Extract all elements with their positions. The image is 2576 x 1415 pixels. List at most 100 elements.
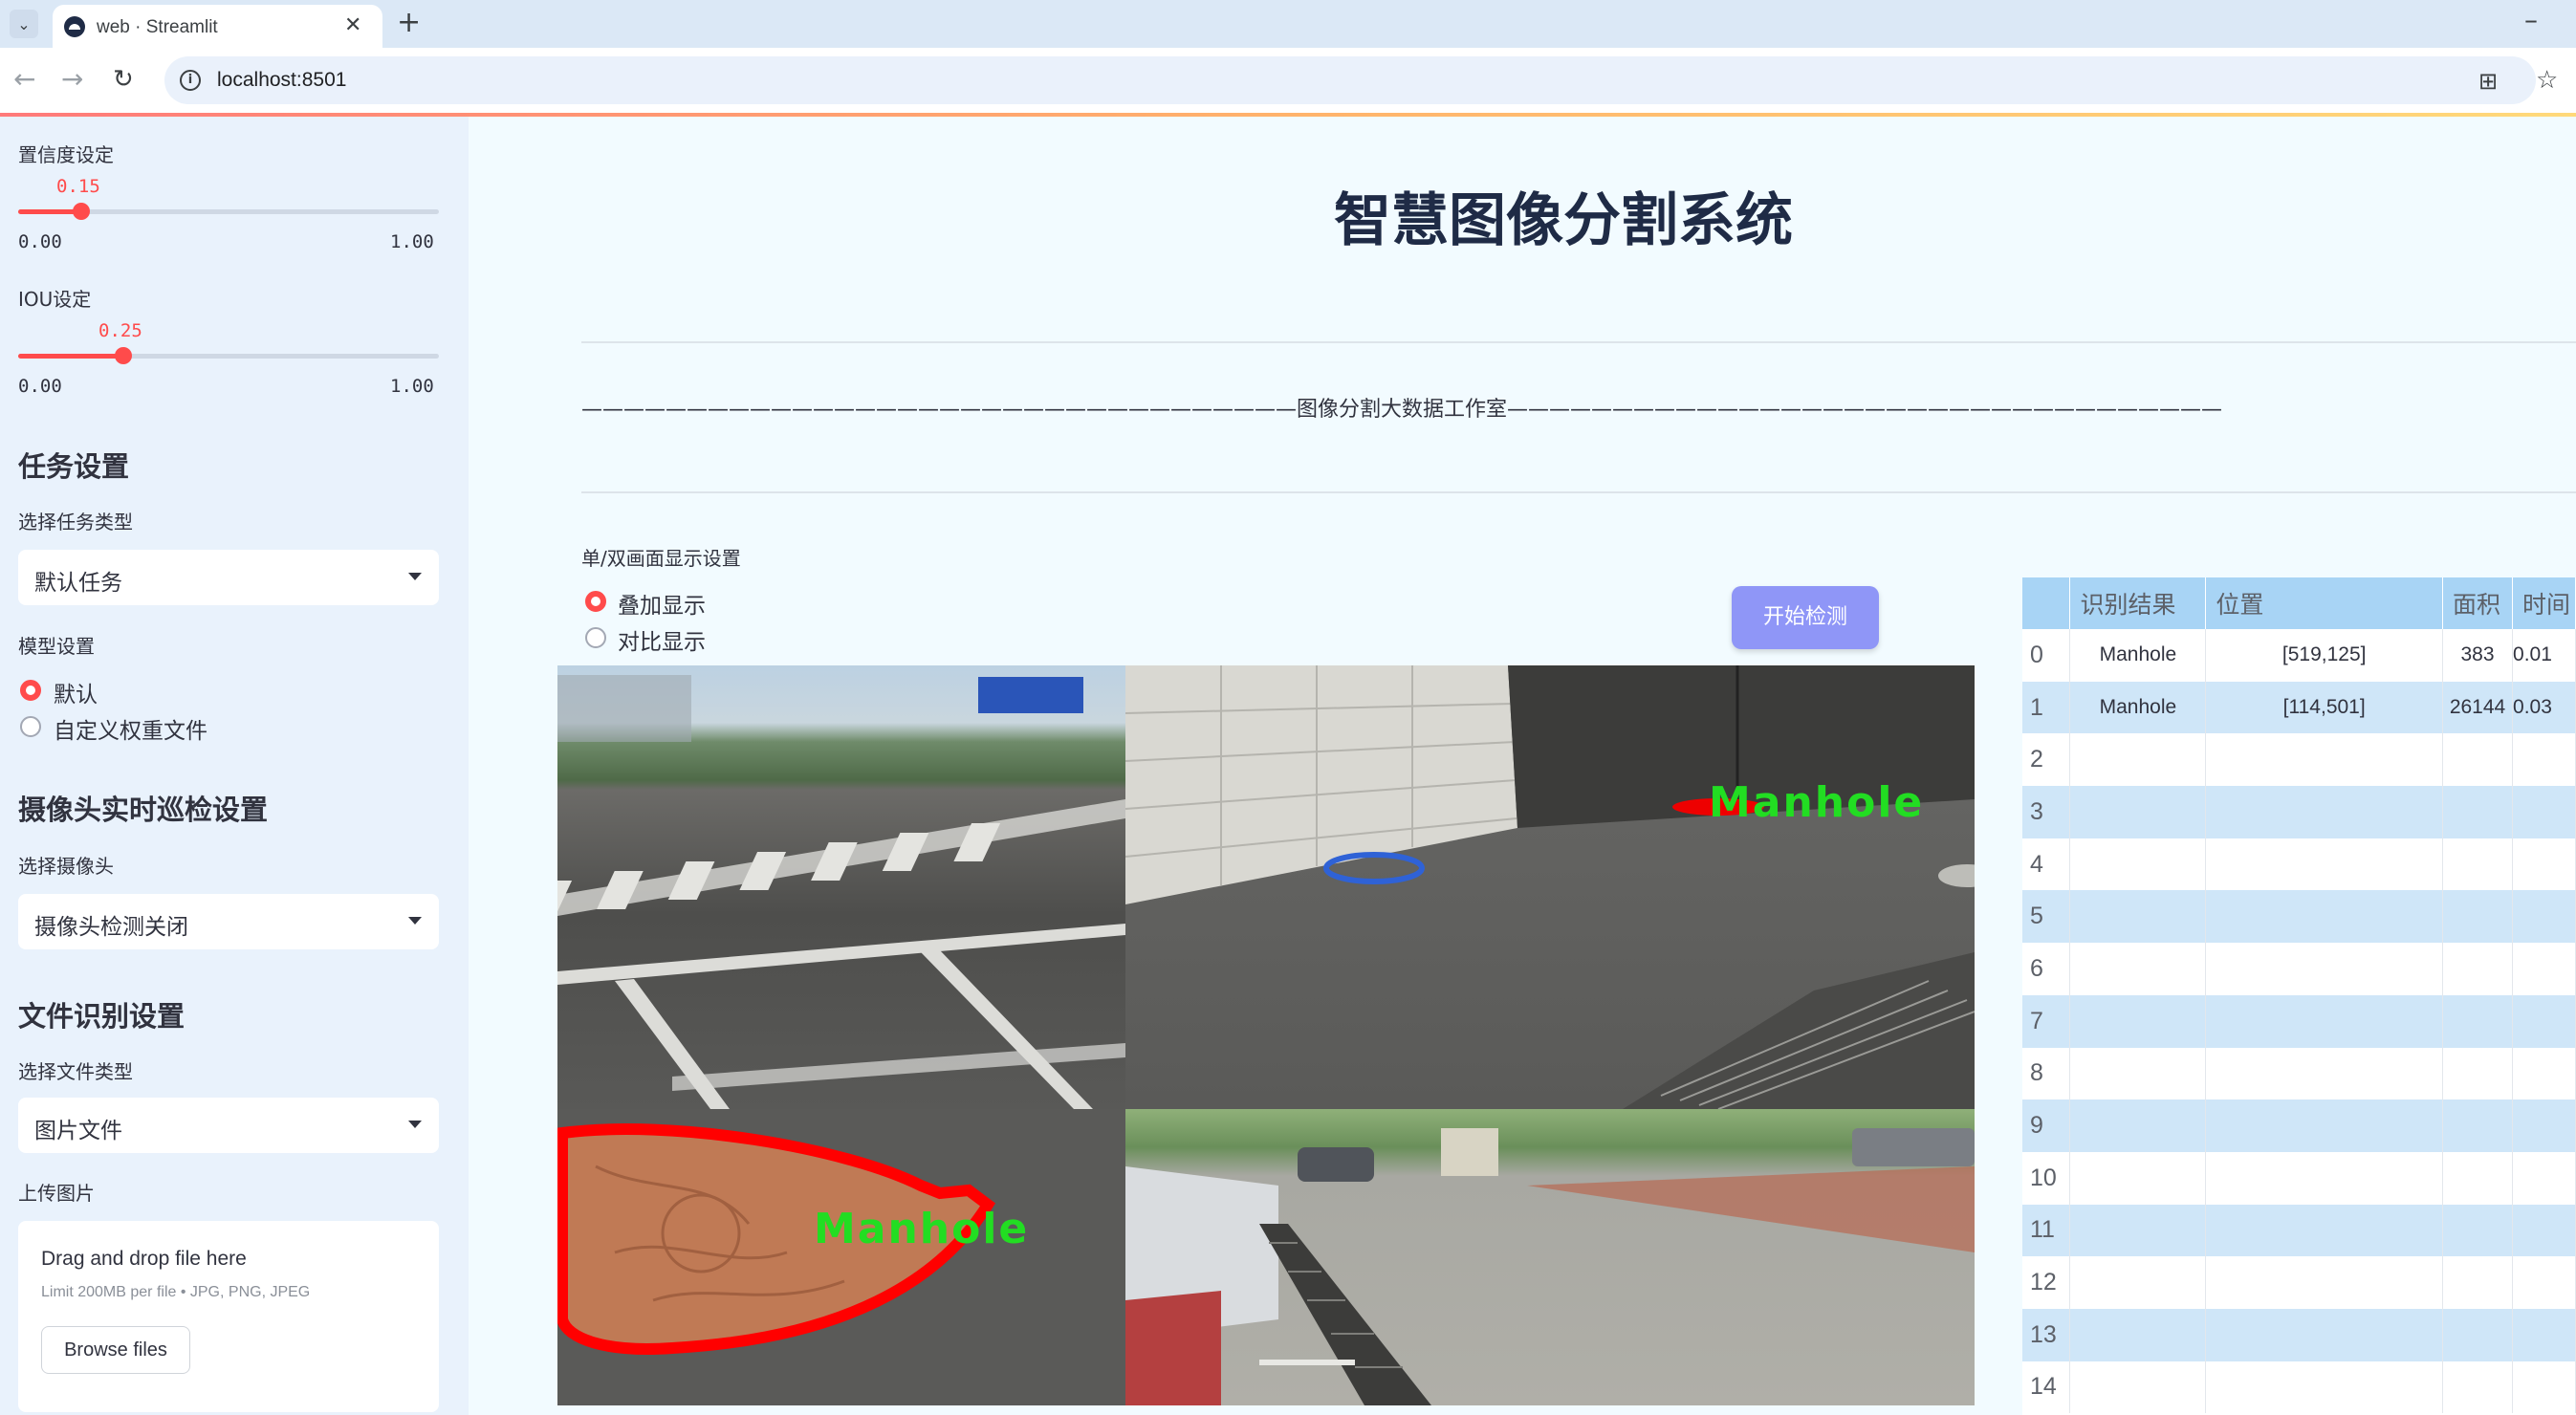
task-type-label: 选择任务类型 — [18, 511, 133, 533]
url-text[interactable]: localhost:8501 — [217, 69, 346, 92]
camera-value: 摄像头检测关闭 — [34, 915, 188, 940]
row-index: 0 — [2022, 629, 2071, 682]
mask-label-manhole: Manhole — [1709, 778, 1925, 827]
cell-time — [2512, 1256, 2576, 1309]
browser-tab[interactable]: web · Streamlit ✕ — [53, 5, 382, 48]
cell-area: 383 — [2442, 629, 2514, 682]
new-tab-plus-icon[interactable]: + — [397, 6, 421, 39]
cell-area — [2442, 890, 2514, 944]
row-index: 3 — [2022, 786, 2071, 838]
camera-settings-heading: 摄像头实时巡检设置 — [18, 794, 269, 826]
divider-line — [581, 491, 2576, 493]
cell-result — [2069, 943, 2207, 995]
camera-select[interactable]: 摄像头检测关闭 — [18, 894, 439, 949]
display-mode-label: 单/双画面显示设置 — [581, 547, 741, 570]
iou-label: IOU设定 — [18, 288, 92, 311]
model-option-custom[interactable]: 自定义权重文件 — [54, 712, 207, 745]
cell-area — [2442, 1204, 2514, 1257]
translate-icon[interactable]: ⊞ — [2478, 68, 2498, 95]
address-bar[interactable]: i localhost:8501 ⊞ ☆ — [164, 56, 2558, 104]
cell-result — [2069, 890, 2207, 944]
start-detection-button[interactable]: 开始检测 — [1732, 586, 1879, 649]
cell-time — [2512, 733, 2576, 787]
table-row[interactable]: 8 — [2022, 1047, 2576, 1100]
cell-result — [2069, 1308, 2207, 1361]
table-row[interactable]: 5 — [2022, 890, 2576, 944]
reload-icon[interactable]: ↻ — [113, 65, 134, 94]
table-row[interactable]: 2 — [2022, 733, 2576, 787]
model-radio-default[interactable] — [20, 680, 41, 701]
display-radio-overlay[interactable] — [585, 591, 606, 612]
cell-result — [2069, 1204, 2207, 1257]
table-row[interactable]: 1 Manhole [114,501] 26144 0.03 — [2022, 681, 2576, 734]
results-table[interactable]: 识别结果 位置 面积 时间 0 Manhole [519,125] 383 0.01 1 M… — [2022, 577, 2576, 1415]
cell-result — [2069, 838, 2207, 891]
model-option-default[interactable]: 默认 — [54, 676, 98, 708]
table-row[interactable]: 11 — [2022, 1204, 2576, 1257]
cell-area — [2442, 994, 2514, 1048]
segmentation-result-image: Manhole Manhole — [557, 665, 1975, 1405]
confidence-max: 1.00 — [390, 231, 434, 252]
table-header-row: 识别结果 位置 面积 时间 — [2022, 577, 2576, 629]
iou-slider-thumb[interactable] — [115, 347, 132, 364]
cell-time: 0.03 — [2512, 681, 2576, 734]
camera-label: 选择摄像头 — [18, 855, 114, 878]
table-header-index — [2022, 577, 2071, 629]
sidewalk-drawing — [1125, 665, 1975, 1109]
cell-result: Manhole — [2069, 681, 2207, 734]
file-type-select[interactable]: 图片文件 — [18, 1098, 439, 1153]
display-option-compare[interactable]: 对比显示 — [618, 623, 706, 656]
model-settings-label: 模型设置 — [18, 635, 95, 658]
mask-label-manhole: Manhole — [814, 1205, 1030, 1253]
table-row[interactable]: 10 — [2022, 1151, 2576, 1205]
table-row[interactable]: 12 — [2022, 1256, 2576, 1309]
cell-time — [2512, 838, 2576, 891]
file-dropzone[interactable]: Drag and drop file here Limit 200MB per … — [18, 1221, 439, 1412]
cell-area — [2442, 838, 2514, 891]
confidence-slider[interactable] — [18, 203, 439, 220]
tab-search-chevron-icon[interactable]: ⌄ — [10, 10, 38, 38]
sidebar: 置信度设定 0.15 0.00 1.00 IOU设定 0.25 0.00 1.0… — [0, 117, 469, 1415]
table-row[interactable]: 4 — [2022, 838, 2576, 891]
table-row[interactable]: 3 — [2022, 786, 2576, 838]
cell-position — [2205, 994, 2444, 1048]
browser-toolbar: ← → ↻ i localhost:8501 ⊞ ☆ — [0, 48, 2576, 115]
cell-area — [2442, 1099, 2514, 1152]
cell-position — [2205, 786, 2444, 838]
browse-files-button[interactable]: Browse files — [41, 1326, 190, 1374]
table-row[interactable]: 7 — [2022, 994, 2576, 1048]
iou-slider[interactable] — [18, 347, 439, 364]
site-info-icon[interactable]: i — [180, 70, 201, 91]
forward-arrow-icon[interactable]: → — [61, 63, 83, 95]
table-header-time[interactable]: 时间 — [2512, 577, 2576, 629]
display-option-overlay[interactable]: 叠加显示 — [618, 587, 706, 620]
cell-position — [2205, 1308, 2444, 1361]
table-header-area[interactable]: 面积 — [2442, 577, 2514, 629]
cell-position — [2205, 1151, 2444, 1205]
back-arrow-icon[interactable]: ← — [13, 63, 35, 95]
table-row[interactable]: 13 — [2022, 1308, 2576, 1361]
table-row[interactable]: 0 Manhole [519,125] 383 0.01 — [2022, 629, 2576, 682]
confidence-slider-thumb[interactable] — [73, 203, 90, 220]
cell-time — [2512, 1151, 2576, 1205]
divider-line — [581, 341, 2576, 343]
window-minimize-icon[interactable]: – — [2524, 4, 2538, 35]
streamlit-favicon-icon — [64, 16, 85, 37]
task-type-select[interactable]: 默认任务 — [18, 550, 439, 605]
tab-close-icon[interactable]: ✕ — [344, 13, 361, 37]
display-radio-compare[interactable] — [585, 627, 606, 648]
file-type-value: 图片文件 — [34, 1119, 122, 1143]
table-row[interactable]: 14 — [2022, 1361, 2576, 1414]
cell-position — [2205, 838, 2444, 891]
table-header-result[interactable]: 识别结果 — [2069, 577, 2207, 629]
iou-max: 1.00 — [390, 376, 434, 397]
row-index: 6 — [2022, 943, 2071, 995]
bookmark-star-icon[interactable]: ☆ — [2536, 66, 2558, 95]
table-row[interactable]: 6 — [2022, 943, 2576, 995]
crosswalk-drawing — [557, 675, 1125, 1109]
model-radio-custom[interactable] — [20, 716, 41, 737]
row-index: 13 — [2022, 1308, 2071, 1361]
file-type-label: 选择文件类型 — [18, 1060, 133, 1083]
table-header-position[interactable]: 位置 — [2205, 577, 2444, 629]
table-row[interactable]: 9 — [2022, 1099, 2576, 1152]
